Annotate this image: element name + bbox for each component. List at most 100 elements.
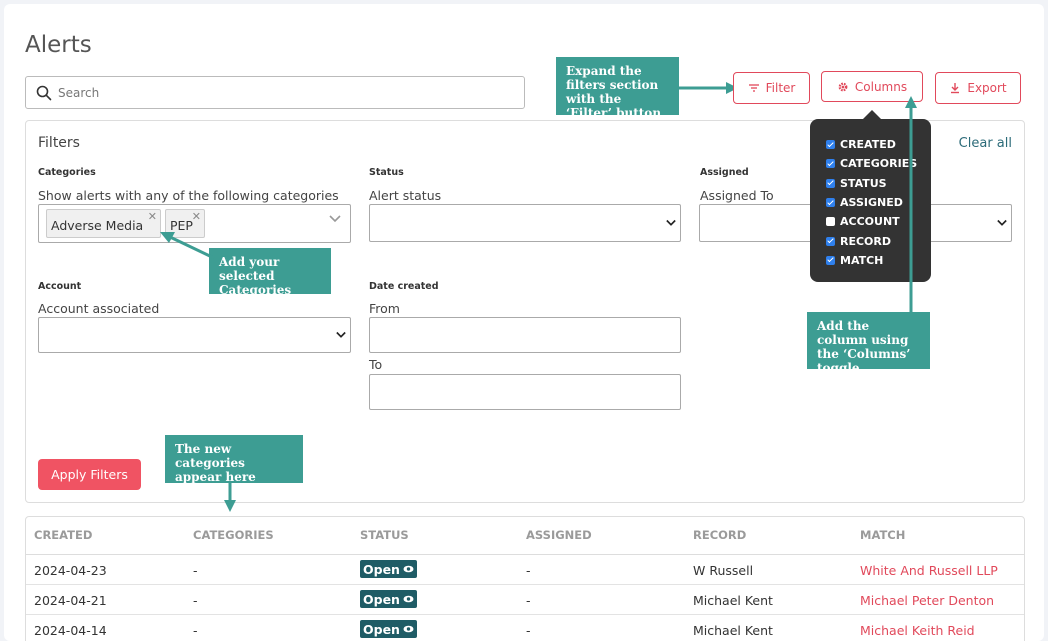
chip-label: Adverse Media (51, 218, 144, 233)
column-toggle-label: CREATED (840, 138, 896, 152)
date-created-label: Date created (369, 281, 439, 292)
column-toggle-assigned[interactable]: ASSIGNED (810, 193, 931, 212)
column-toggle-created[interactable]: CREATED (810, 135, 931, 154)
status-badge-label: Open (363, 621, 400, 637)
account-select[interactable] (38, 317, 351, 353)
filter-icon (748, 84, 759, 92)
status-badge[interactable]: Open (360, 560, 417, 578)
categories-multiselect[interactable]: Adverse Media ✕ PEP ✕ (38, 204, 351, 243)
status-label: Status (369, 167, 404, 178)
date-from-input[interactable] (369, 317, 681, 353)
table-row[interactable]: 2024-04-23 - Open - W Russell White And … (26, 555, 1024, 585)
cell-assigned: - (526, 623, 531, 638)
cell-categories: - (193, 623, 198, 638)
cell-record: W Russell (693, 563, 754, 578)
category-chip: PEP ✕ (165, 209, 205, 238)
eye-icon (403, 565, 414, 573)
chevron-down-icon (997, 219, 1007, 226)
gear-icon (838, 82, 848, 91)
table-row[interactable]: 2024-04-21 - Open - Michael Kent Michael… (26, 585, 1024, 615)
cell-match-link[interactable]: White And Russell LLP (860, 563, 998, 578)
eye-icon (403, 625, 414, 633)
column-toggle-label: ASSIGNED (840, 196, 903, 210)
table-row[interactable]: 2024-04-14 - Open - Michael Kent Michael… (26, 615, 1024, 641)
col-header-categories[interactable]: CATEGORIES (193, 528, 274, 542)
chip-label: PEP (170, 218, 193, 233)
column-toggle-label: RECORD (840, 234, 892, 248)
status-badge-label: Open (363, 591, 400, 607)
chevron-down-icon (666, 219, 676, 226)
col-header-assigned[interactable]: ASSIGNED (526, 528, 592, 542)
checkbox[interactable] (826, 178, 835, 188)
column-toggle-label: MATCH (840, 253, 884, 267)
cell-created: 2024-04-23 (34, 563, 107, 578)
cell-created: 2024-04-21 (34, 593, 107, 608)
status-badge[interactable]: Open (360, 620, 417, 638)
column-toggle-status[interactable]: STATUS (810, 174, 931, 193)
alerts-table: CREATED CATEGORIES STATUS ASSIGNED RECOR… (25, 516, 1025, 641)
columns-button-label: Columns (854, 79, 908, 94)
categories-label: Categories (38, 167, 96, 178)
callout-columns: Add the column using the ‘Columns’ toggl… (807, 312, 930, 375)
cell-assigned: - (526, 593, 531, 608)
callout-filter: Expand the filters section with the ‘Fil… (556, 57, 679, 120)
apply-filters-button[interactable]: Apply Filters (38, 459, 141, 490)
cell-created: 2024-04-14 (34, 623, 107, 638)
clear-all-link[interactable]: Clear all (959, 136, 1012, 151)
column-toggle-match[interactable]: MATCH (810, 251, 931, 270)
cell-match-link[interactable]: Michael Peter Denton (860, 593, 994, 608)
col-header-record[interactable]: RECORD (693, 528, 746, 542)
account-sublabel: Account associated (38, 301, 160, 316)
filter-button-label: Filter (765, 81, 796, 95)
chip-remove-icon[interactable]: ✕ (148, 210, 157, 223)
status-badge-label: Open (363, 561, 400, 577)
search-input[interactable] (58, 77, 518, 108)
col-header-match[interactable]: MATCH (860, 528, 905, 542)
filters-title: Filters (38, 135, 80, 151)
checkbox[interactable] (826, 159, 835, 169)
date-to-input[interactable] (369, 374, 681, 410)
export-button-label: Export (967, 81, 1007, 95)
column-toggle-account[interactable]: ACCOUNT (810, 212, 931, 231)
eye-icon (403, 595, 414, 603)
date-to-label: To (369, 357, 383, 372)
categories-sublabel: Show alerts with any of the following ca… (38, 188, 339, 203)
callout-categories: Add your selected Categories here (209, 248, 331, 311)
account-label: Account (38, 281, 82, 292)
chevron-down-icon (336, 331, 346, 338)
cell-categories: - (193, 593, 198, 608)
cell-match-link[interactable]: Michael Keith Reid (860, 623, 975, 638)
col-header-status[interactable]: STATUS (360, 528, 409, 542)
assigned-sublabel: Assigned To (700, 188, 774, 203)
status-sublabel: Alert status (369, 188, 442, 203)
search-box[interactable] (25, 76, 525, 109)
status-select[interactable] (369, 204, 681, 242)
checkbox[interactable] (826, 198, 835, 208)
cell-categories: - (193, 563, 198, 578)
checkbox[interactable] (826, 255, 835, 265)
column-toggle-label: STATUS (840, 176, 887, 190)
columns-button[interactable]: Columns (821, 71, 923, 102)
status-badge[interactable]: Open (360, 590, 417, 608)
date-from-label: From (369, 301, 400, 316)
column-toggle-record[interactable]: RECORD (810, 231, 931, 250)
chevron-down-icon (329, 215, 341, 223)
filter-button[interactable]: Filter (733, 72, 810, 104)
table-header-row: CREATED CATEGORIES STATUS ASSIGNED RECOR… (26, 517, 1024, 555)
download-icon (951, 83, 960, 94)
checkbox[interactable] (826, 217, 835, 227)
chip-remove-icon[interactable]: ✕ (192, 210, 201, 223)
callout-arrow (676, 82, 738, 94)
cell-record: Michael Kent (693, 623, 773, 638)
column-toggle-label: ACCOUNT (840, 215, 900, 229)
column-toggle-categories[interactable]: CATEGORIES (810, 154, 931, 173)
columns-popup: CREATED CATEGORIES STATUS ASSIGNED ACCOU… (810, 119, 931, 282)
category-chip: Adverse Media ✕ (46, 209, 161, 238)
export-button[interactable]: Export (935, 72, 1021, 104)
checkbox[interactable] (826, 236, 835, 246)
checkbox[interactable] (826, 140, 835, 150)
search-icon (36, 85, 52, 101)
assigned-label: Assigned (700, 167, 749, 178)
col-header-created[interactable]: CREATED (34, 528, 92, 542)
cell-record: Michael Kent (693, 593, 773, 608)
